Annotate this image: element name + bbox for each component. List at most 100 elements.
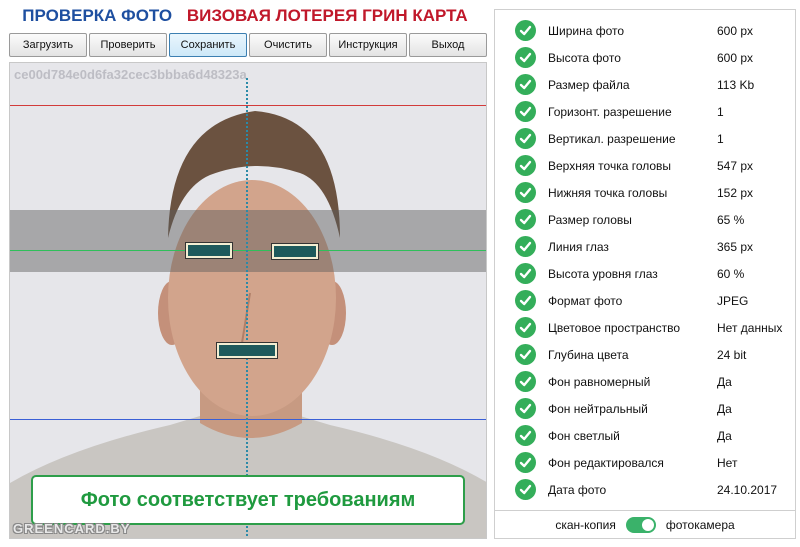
- mode-toggle[interactable]: [625, 516, 656, 533]
- photo-preview: ce00d784e0d6fa32cec3bbba6d48323a Фото со…: [9, 62, 487, 539]
- check-label: Фон нейтральный: [548, 401, 648, 416]
- check-label: Нижняя точка головы: [548, 185, 668, 200]
- check-label: Фон редактировался: [548, 455, 664, 470]
- check-value: 1: [717, 131, 724, 146]
- check-ok-icon: [515, 317, 536, 338]
- check-value: 365 px: [717, 239, 754, 254]
- save-button[interactable]: Сохранить: [169, 33, 247, 57]
- mode-label-scan[interactable]: скан-копия: [555, 518, 616, 532]
- check-label: Цветовое пространство: [548, 320, 681, 335]
- toggle-knob: [641, 518, 654, 531]
- check-button[interactable]: Проверить: [89, 33, 167, 57]
- check-value: JPEG: [717, 293, 749, 308]
- check-row: Верхняя точка головы 547 px: [495, 152, 795, 179]
- check-ok-icon: [515, 425, 536, 446]
- mode-label-camera[interactable]: фотокамера: [666, 518, 735, 532]
- check-row: Размер головы 65 %: [495, 206, 795, 233]
- check-value: 152 px: [717, 185, 754, 200]
- check-row: Вертикал. разрешение 1: [495, 125, 795, 152]
- check-ok-icon: [515, 74, 536, 95]
- check-value: Да: [717, 428, 732, 443]
- check-value: 60 %: [717, 266, 745, 281]
- check-value: 600 px: [717, 50, 754, 65]
- app-header: ПРОВЕРКА ФОТО ВИЗОВАЯ ЛОТЕРЕЯ ГРИН КАРТА: [0, 6, 490, 26]
- top-limit-line: [10, 105, 486, 106]
- check-ok-icon: [515, 263, 536, 284]
- check-ok-icon: [515, 128, 536, 149]
- check-label: Фон равномерный: [548, 374, 651, 389]
- check-value: 24.10.2017: [717, 482, 778, 497]
- check-value: 24 bit: [717, 347, 747, 362]
- photo-hash: ce00d784e0d6fa32cec3bbba6d48323a: [14, 67, 247, 82]
- check-ok-icon: [515, 290, 536, 311]
- check-label: Высота уровня глаз: [548, 266, 658, 281]
- check-label: Размер файла: [548, 77, 630, 92]
- check-label: Дата фото: [548, 482, 607, 497]
- eye-zone-band: [10, 210, 486, 272]
- check-label: Линия глаз: [548, 239, 609, 254]
- check-ok-icon: [515, 47, 536, 68]
- check-value: Нет данных: [717, 320, 783, 335]
- check-row: Линия глаз 365 px: [495, 233, 795, 260]
- check-ok-icon: [515, 101, 536, 122]
- check-value: 65 %: [717, 212, 745, 227]
- check-ok-icon: [515, 20, 536, 41]
- check-ok-icon: [515, 398, 536, 419]
- load-button[interactable]: Загрузить: [9, 33, 87, 57]
- help-button[interactable]: Инструкция: [329, 33, 407, 57]
- check-label: Высота фото: [548, 50, 621, 65]
- clear-button[interactable]: Очистить: [249, 33, 327, 57]
- check-row: Высота уровня глаз 60 %: [495, 260, 795, 287]
- watermark-logo: GREENCARD.BY: [13, 521, 131, 536]
- left-eye-marker: [185, 242, 233, 259]
- check-value: 113 Kb: [717, 77, 755, 92]
- check-row: Цветовое пространство Нет данных: [495, 314, 795, 341]
- mouth-marker: [216, 342, 278, 359]
- exit-button[interactable]: Выход: [409, 33, 487, 57]
- check-ok-icon: [515, 452, 536, 473]
- capture-mode-switch: скан-копия фотокамера: [494, 511, 796, 539]
- check-value: Да: [717, 401, 732, 416]
- check-label: Формат фото: [548, 293, 623, 308]
- check-row: Фон светлый Да: [495, 422, 795, 449]
- check-row: Фон нейтральный Да: [495, 395, 795, 422]
- toolbar: Загрузить Проверить Сохранить Очистить И…: [9, 33, 487, 57]
- check-ok-icon: [515, 155, 536, 176]
- check-value: Да: [717, 374, 732, 389]
- eye-line: [10, 250, 486, 251]
- check-row: Размер файла 113 Kb: [495, 71, 795, 98]
- check-ok-icon: [515, 182, 536, 203]
- check-value: 600 px: [717, 23, 754, 38]
- check-row: Высота фото 600 px: [495, 44, 795, 71]
- check-ok-icon: [515, 479, 536, 500]
- check-label: Горизонт. разрешение: [548, 104, 672, 119]
- check-row: Фон редактировался Нет: [495, 449, 795, 476]
- check-label: Фон светлый: [548, 428, 620, 443]
- check-row: Дата фото 24.10.2017: [495, 476, 795, 503]
- check-row: Глубина цвета 24 bit: [495, 341, 795, 368]
- check-ok-icon: [515, 371, 536, 392]
- check-value: Нет: [717, 455, 738, 470]
- check-label: Размер головы: [548, 212, 632, 227]
- check-label: Верхняя точка головы: [548, 158, 672, 173]
- check-ok-icon: [515, 209, 536, 230]
- check-label: Глубина цвета: [548, 347, 629, 362]
- verdict-banner: Фото соответствует требованиям: [31, 475, 465, 525]
- check-row: Горизонт. разрешение 1: [495, 98, 795, 125]
- check-row: Нижняя точка головы 152 px: [495, 179, 795, 206]
- check-row: Ширина фото 600 px: [495, 17, 795, 44]
- center-line: [246, 78, 248, 538]
- check-ok-icon: [515, 236, 536, 257]
- check-label: Ширина фото: [548, 23, 625, 38]
- check-row: Формат фото JPEG: [495, 287, 795, 314]
- chin-limit-line: [10, 419, 486, 420]
- check-label: Вертикал. разрешение: [548, 131, 676, 146]
- check-row: Фон равномерный Да: [495, 368, 795, 395]
- check-ok-icon: [515, 344, 536, 365]
- checks-panel: Ширина фото 600 px Высота фото 600 px Размер…: [494, 9, 796, 511]
- title-green-card: ВИЗОВАЯ ЛОТЕРЕЯ ГРИН КАРТА: [186, 6, 468, 25]
- right-eye-marker: [271, 243, 319, 260]
- title-photo-check: ПРОВЕРКА ФОТО: [22, 6, 173, 25]
- check-value: 1: [717, 104, 724, 119]
- portrait-image: [10, 63, 486, 538]
